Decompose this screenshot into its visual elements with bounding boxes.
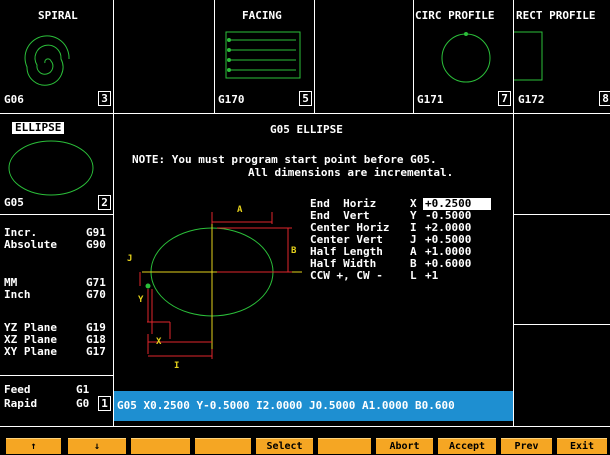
ellipse-icon	[8, 140, 94, 196]
tile-title: CIRC PROFILE	[415, 9, 495, 22]
tile-spiral[interactable]: SPIRAL G06 3	[0, 0, 113, 113]
gcode-status-line: G05 X0.2500 Y-0.5000 I2.0000 J0.5000 A1.…	[114, 391, 513, 421]
diagram-label-y: Y	[138, 295, 144, 305]
tile-code: G05	[4, 196, 24, 209]
diagram-label-b: B	[291, 246, 297, 256]
tile-rect-profile[interactable]: RECT PROFILE G172 8	[514, 0, 610, 113]
tile-number: 7	[498, 91, 511, 106]
rapid-number: 1	[98, 396, 111, 411]
dialog-title: G05 ELLIPSE	[270, 123, 343, 136]
tile-title: RECT PROFILE	[516, 9, 596, 22]
rect-icon	[514, 31, 543, 81]
mode-label: Absolute	[4, 238, 57, 251]
tile-code: G172	[518, 93, 545, 106]
diagram-label-a: A	[237, 205, 243, 215]
exit-button[interactable]: Exit	[557, 438, 607, 454]
diagram-label-j: J	[127, 254, 133, 264]
mode-code[interactable]: G1	[76, 384, 89, 396]
mode-label: Feed	[4, 383, 31, 396]
tile-title: FACING	[242, 9, 282, 22]
diagram-label-i: I	[174, 361, 180, 371]
tile-facing[interactable]: FACING G170 5	[214, 0, 314, 113]
mode-label: Rapid	[4, 397, 38, 410]
dialog-note: All dimensions are incremental.	[248, 166, 454, 179]
abort-button[interactable]: Abort	[376, 438, 433, 454]
mode-code[interactable]: G0	[76, 398, 89, 410]
mode-label: Inch	[4, 288, 31, 301]
mode-label: XY Plane	[4, 345, 57, 358]
tile-number: 2	[98, 195, 111, 210]
dialog-note: NOTE: You must program start point befor…	[132, 153, 437, 166]
blank-key-4[interactable]	[195, 438, 251, 454]
blank-key-6[interactable]	[318, 438, 371, 454]
prev-button[interactable]: Prev	[501, 438, 552, 454]
mode-code[interactable]: G17	[86, 346, 106, 358]
tile-code: G06	[4, 93, 24, 106]
facing-icon	[225, 31, 301, 79]
tile-number: 5	[299, 91, 312, 106]
select-button[interactable]: Select	[256, 438, 313, 454]
tile-title-selected: ELLIPSE	[12, 122, 65, 134]
ellipse-dialog: G05 ELLIPSE NOTE: You must program start…	[114, 114, 513, 391]
accept-button[interactable]: Accept	[438, 438, 496, 454]
param-letter: L	[410, 269, 417, 282]
tile-code: G171	[417, 93, 444, 106]
ellipse-diagram	[139, 212, 302, 359]
diagram-label-x: X	[156, 337, 162, 347]
tile-number: 8	[599, 91, 610, 106]
tile-ellipse[interactable]: ELLIPSE G05 2	[0, 114, 113, 214]
param-label: CCW +, CW -	[310, 269, 383, 282]
tile-circ-profile[interactable]: CIRC PROFILE G171 7	[413, 0, 513, 113]
blank-key-3[interactable]	[131, 438, 190, 454]
down-arrow-key[interactable]: ↓	[68, 438, 126, 454]
param-l-input[interactable]: +1	[425, 270, 438, 282]
circle-icon	[441, 32, 491, 83]
feed-rapid: Feed G1 Rapid G0 1	[0, 376, 113, 426]
spiral-icon	[24, 35, 70, 86]
up-arrow-key[interactable]: ↑	[6, 438, 61, 454]
tile-code: G170	[218, 93, 245, 106]
mode-code[interactable]: G90	[86, 239, 106, 251]
mode-code[interactable]: G70	[86, 289, 106, 301]
tile-number: 3	[98, 91, 111, 106]
tile-title: SPIRAL	[38, 9, 78, 22]
param-list: End Horiz X +0.2500 End Vert Y -0.5000 C…	[310, 198, 510, 298]
